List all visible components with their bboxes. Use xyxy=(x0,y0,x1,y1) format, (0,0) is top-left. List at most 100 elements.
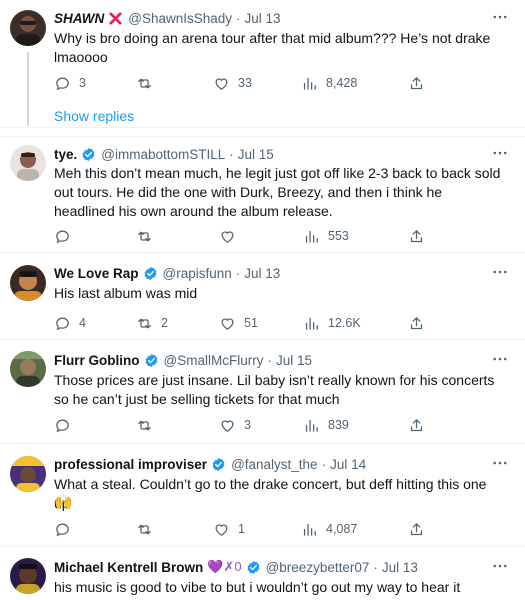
views-icon xyxy=(301,521,318,538)
tweet-text: Why is bro doing an arena tour after tha… xyxy=(54,30,491,65)
view-count: 8,428 xyxy=(326,76,358,90)
like-button[interactable] xyxy=(219,225,244,247)
more-icon[interactable] xyxy=(489,557,511,575)
handle[interactable]: @SmallMcFlurry xyxy=(164,353,264,368)
heart-icon xyxy=(219,315,236,332)
like-count: 3 xyxy=(244,418,251,432)
retweet-button[interactable] xyxy=(136,225,161,247)
handle[interactable]: @rapisfunn xyxy=(163,266,232,281)
retweet-button[interactable] xyxy=(136,518,161,540)
handle[interactable]: @ShawnIsShady xyxy=(128,11,232,26)
like-button[interactable]: 1 xyxy=(213,518,245,540)
display-name[interactable]: tye. xyxy=(54,147,77,162)
like-count: 51 xyxy=(244,316,258,330)
reply-icon xyxy=(54,228,71,245)
tweet-actions: 553 xyxy=(54,225,434,247)
share-button[interactable] xyxy=(408,72,425,94)
like-button[interactable]: 33 xyxy=(213,72,252,94)
view-count: 839 xyxy=(328,418,349,432)
timestamp[interactable]: Jul 15 xyxy=(276,353,312,368)
retweet-button[interactable] xyxy=(136,414,161,436)
handle[interactable]: @fanalyst_the xyxy=(231,457,318,472)
tweet-actions: 3 839 xyxy=(54,414,434,436)
avatar[interactable] xyxy=(10,265,46,301)
timestamp[interactable]: Jul 14 xyxy=(330,457,366,472)
more-icon[interactable] xyxy=(489,454,511,472)
tweet-3[interactable]: We Love Rap @rapisfunn · Jul 13 His last… xyxy=(0,253,525,340)
retweet-count: 2 xyxy=(161,316,168,330)
display-name[interactable]: Flurr Goblino xyxy=(54,353,140,368)
more-icon[interactable] xyxy=(489,8,511,26)
tweet-header: We Love Rap @rapisfunn · Jul 13 xyxy=(54,263,485,283)
timestamp[interactable]: Jul 13 xyxy=(244,266,280,281)
verified-badge-icon xyxy=(211,457,226,472)
share-button[interactable] xyxy=(408,312,425,334)
retweet-button[interactable]: 2 xyxy=(136,312,168,334)
timestamp[interactable]: Jul 15 xyxy=(238,147,274,162)
share-button[interactable] xyxy=(408,225,425,247)
share-icon xyxy=(408,417,425,434)
verified-badge-icon xyxy=(81,147,96,162)
tweet-actions: 4 2 51 12.6K xyxy=(54,312,434,334)
reply-icon xyxy=(54,417,71,434)
tweet-header: SHAWN @ShawnIsShady · Jul 13 xyxy=(54,8,485,28)
more-icon[interactable] xyxy=(489,263,511,281)
tweet-1[interactable]: SHAWN @ShawnIsShady · Jul 13 Why is bro … xyxy=(0,0,525,128)
views-icon xyxy=(303,417,320,434)
reply-button[interactable] xyxy=(54,414,79,436)
views-button[interactable]: 553 xyxy=(303,225,349,247)
share-button[interactable] xyxy=(408,414,425,436)
share-icon xyxy=(408,228,425,245)
reply-button[interactable]: 4 xyxy=(54,312,86,334)
avatar[interactable] xyxy=(10,351,46,387)
more-icon[interactable] xyxy=(489,144,511,162)
more-icon[interactable] xyxy=(489,350,511,368)
reply-button[interactable] xyxy=(54,225,79,247)
reply-icon xyxy=(54,75,71,92)
views-button[interactable]: 12.6K xyxy=(303,312,361,334)
red-x-emoji-icon xyxy=(108,11,123,26)
display-name[interactable]: Michael Kentrell Brown xyxy=(54,560,203,575)
heart-icon xyxy=(213,521,230,538)
views-button[interactable]: 8,428 xyxy=(301,72,357,94)
timestamp[interactable]: Jul 13 xyxy=(382,560,418,575)
tweet-5[interactable]: professional improviser @fanalyst_the · … xyxy=(0,444,525,547)
tweet-text: his music is good to vibe to but i would… xyxy=(54,579,461,595)
share-button[interactable] xyxy=(408,518,425,540)
views-button[interactable]: 4,087 xyxy=(301,518,357,540)
reply-button[interactable]: 3 xyxy=(54,72,86,94)
separator-dot: · xyxy=(229,146,234,162)
avatar[interactable] xyxy=(10,10,46,46)
avatar[interactable] xyxy=(10,456,46,492)
tweet-text: His last album was mid xyxy=(54,285,198,301)
tweet-4[interactable]: Flurr Goblino @SmallMcFlurry · Jul 15 Th… xyxy=(0,340,525,444)
separator-dot: · xyxy=(321,456,327,472)
tweet-6[interactable]: Michael Kentrell Brown 💜✗0 @breezybetter… xyxy=(0,547,525,600)
like-button[interactable]: 51 xyxy=(219,312,258,334)
tweet-2[interactable]: tye. @immabottomSTILL · Jul 15 Meh this … xyxy=(0,136,525,253)
reply-button[interactable] xyxy=(54,518,79,540)
timestamp[interactable]: Jul 13 xyxy=(245,11,281,26)
display-name[interactable]: professional improviser xyxy=(54,457,207,472)
like-count: 1 xyxy=(238,522,245,536)
retweet-button[interactable] xyxy=(136,72,161,94)
tweet-actions: 1 4,087 xyxy=(54,518,434,540)
handle[interactable]: @immabottomSTILL xyxy=(101,147,225,162)
reply-count: 3 xyxy=(79,76,86,90)
verified-badge-icon xyxy=(246,560,261,575)
display-name[interactable]: We Love Rap xyxy=(54,266,139,281)
handle[interactable]: @breezybetter07 xyxy=(266,560,370,575)
display-name[interactable]: SHAWN xyxy=(54,11,104,26)
show-replies-link[interactable]: Show replies xyxy=(54,108,134,124)
views-button[interactable]: 839 xyxy=(303,414,349,436)
heart-icon xyxy=(219,417,236,434)
name-suffix-emoji: 💜✗0 xyxy=(207,559,242,574)
tweet-header: Flurr Goblino @SmallMcFlurry · Jul 15 xyxy=(54,350,485,370)
like-button[interactable]: 3 xyxy=(219,414,251,436)
avatar[interactable] xyxy=(10,145,46,181)
retweet-icon xyxy=(136,228,153,245)
tweet-header: Michael Kentrell Brown 💜✗0 @breezybetter… xyxy=(54,557,485,577)
separator-dot: · xyxy=(235,265,241,281)
avatar[interactable] xyxy=(10,558,46,594)
reply-count: 4 xyxy=(79,316,86,330)
